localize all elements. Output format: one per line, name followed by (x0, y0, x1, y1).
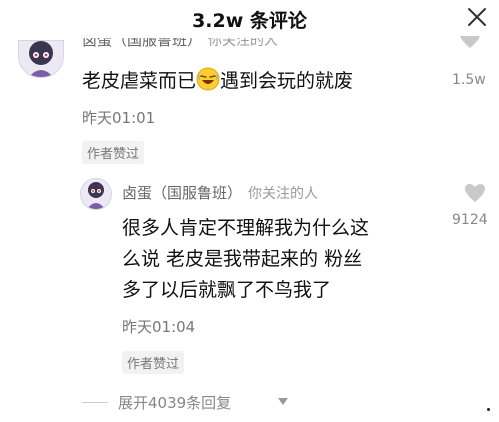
comment-author-row: 卤蛋（国服鲁班） 你关注的人 (122, 182, 318, 203)
comment-line: 很多人肯定不理解我为什么这 (122, 217, 370, 239)
reply-item: 卤蛋（国服鲁班） 你关注的人 9124 很多人肯定不理解我为什么这 么说 老皮是我… (0, 0, 499, 380)
comment-line: 多了以后就飘了不鸟我了 (122, 279, 332, 301)
like-count: 9124 (452, 212, 488, 228)
divider-line (82, 402, 108, 403)
heart-outline-icon (465, 184, 485, 202)
avatar[interactable] (80, 178, 112, 210)
comment-text: 很多人肯定不理解我为什么这 么说 老皮是我带起来的 粉丝 多了以后就飘了不鸟我了 (122, 213, 457, 306)
triangle-down-icon (278, 398, 288, 405)
avatar-image (81, 179, 111, 209)
like-button[interactable] (463, 182, 487, 204)
author-name[interactable]: 卤蛋（国服鲁班） (122, 184, 242, 202)
comment-time: 昨天01:04 (122, 318, 196, 336)
follow-tag: 你关注的人 (248, 186, 319, 202)
expand-replies-label: 展开4039条回复 (118, 394, 232, 412)
dot-mark (487, 408, 490, 411)
comment-line: 么说 老皮是我带起来的 粉丝 (122, 248, 363, 270)
author-liked-badge: 作者赞过 (122, 351, 185, 374)
